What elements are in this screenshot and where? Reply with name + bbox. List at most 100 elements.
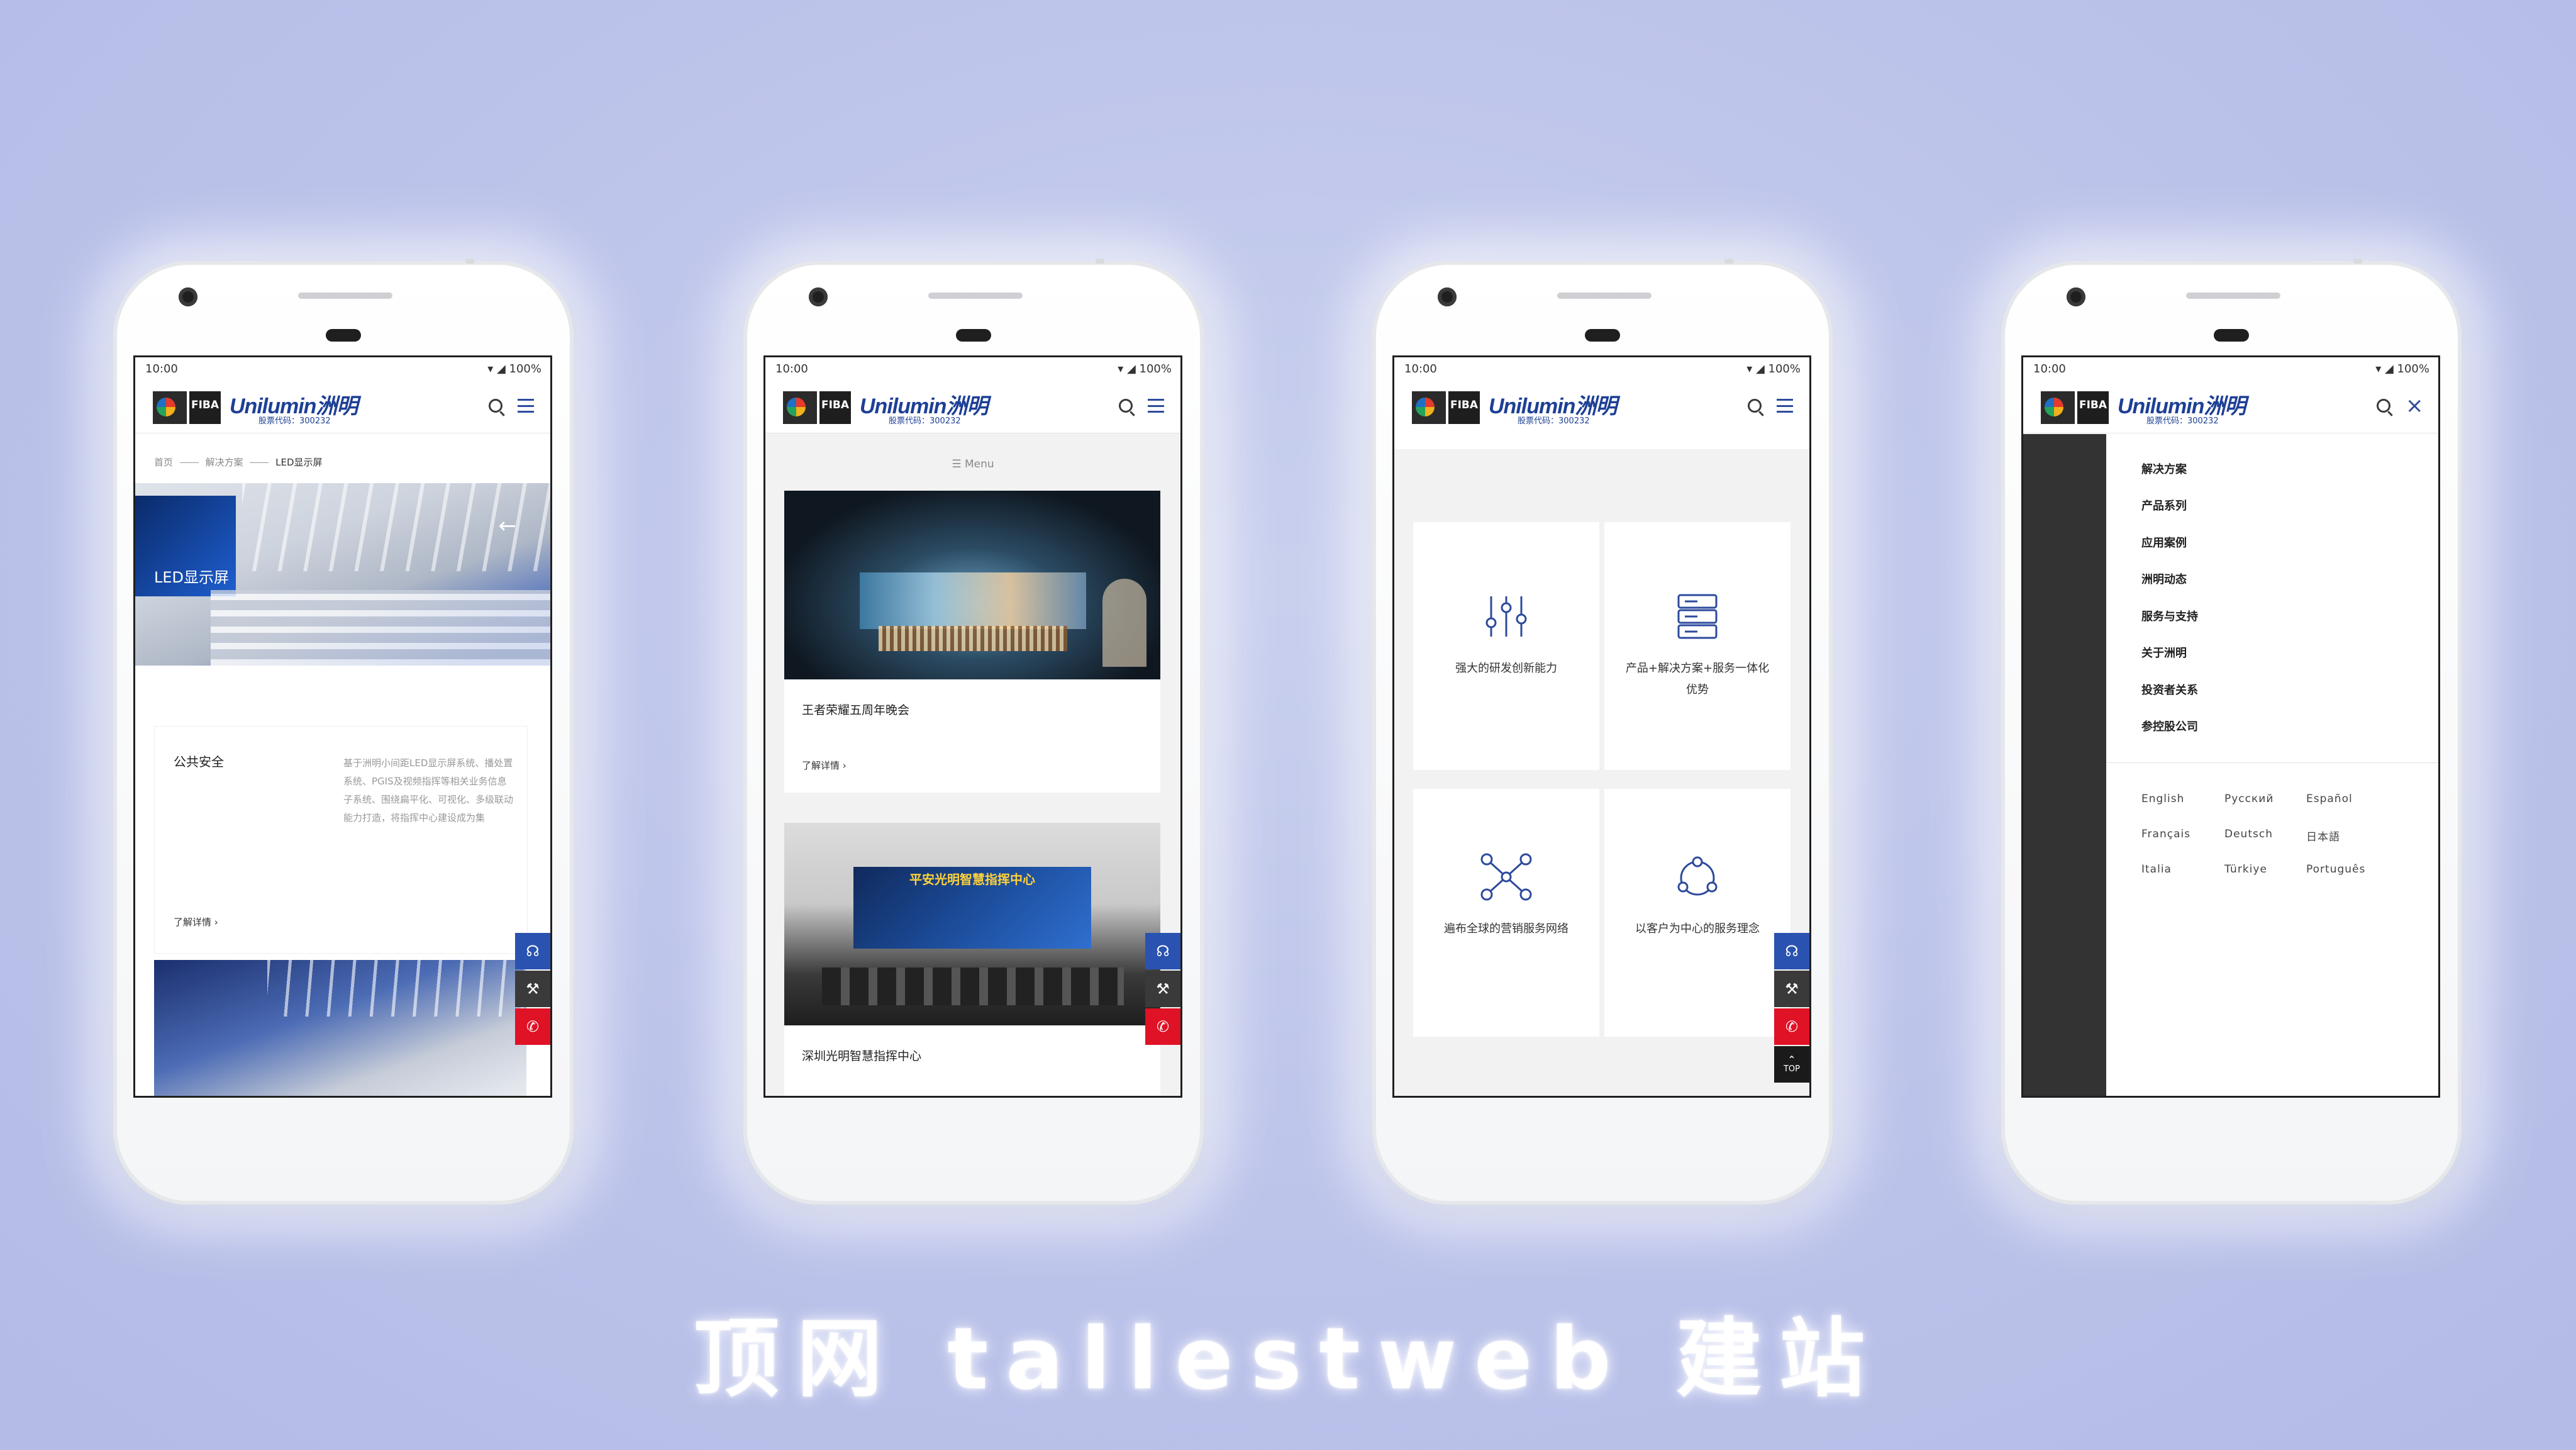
- headset-icon[interactable]: ☊: [1145, 933, 1180, 969]
- network-icon: [1480, 853, 1532, 901]
- status-bar: 10:00 ▾ ◢ 100%: [2023, 357, 2438, 380]
- server-icon: [1677, 594, 1718, 639]
- status-bar: 10:00 ▾ ◢ 100%: [765, 357, 1180, 380]
- case-image-1: [784, 491, 1160, 679]
- site-header: FIBA Unilumin洲明 股票代码：300232 ×: [2023, 380, 2438, 433]
- status-time: 10:00: [1404, 362, 1437, 376]
- card-description: 基于洲明小间距LED显示屏系统、播处置系统、PGIS及视频指挥等相关业务信息子系…: [343, 757, 513, 823]
- wrench-icon[interactable]: ⚒: [1145, 971, 1180, 1007]
- nav-drawer: 解决方案 产品系列 应用案例 洲明动态 服务与支持 关于洲明 投资者关系 参控股…: [2106, 434, 2438, 1096]
- card-more-link[interactable]: 了解详情 ›: [174, 915, 218, 929]
- hamburger-menu-icon[interactable]: [1148, 399, 1164, 413]
- lang-russian[interactable]: Русский: [2224, 793, 2273, 805]
- arrow-left-icon[interactable]: ←: [499, 513, 517, 538]
- lang-spanish[interactable]: Español: [2306, 793, 2353, 805]
- case-card-1[interactable]: 王者荣耀五周年晚会 了解详情 ›: [784, 491, 1160, 793]
- case-title-2: 深圳光明智慧指挥中心: [802, 1049, 922, 1063]
- proximity-sensor: [326, 329, 361, 342]
- earpiece-speaker: [298, 293, 392, 299]
- nav-item-support[interactable]: 服务与支持: [2141, 608, 2198, 624]
- search-icon[interactable]: [1748, 399, 1762, 413]
- front-camera: [809, 287, 828, 306]
- wrench-icon[interactable]: ⚒: [515, 971, 550, 1007]
- feature-label-2: 产品+解决方案+服务一体化优势: [1625, 662, 1770, 696]
- list-icon: ☰: [952, 458, 962, 471]
- submenu-toggle[interactable]: ☰ Menu: [765, 458, 1180, 471]
- phone-icon[interactable]: ✆: [1774, 1008, 1809, 1045]
- status-battery: ▾ ◢ 100%: [1746, 362, 1801, 376]
- lang-portuguese[interactable]: Português: [2306, 863, 2365, 876]
- fiba-logo: FIBA: [189, 391, 221, 424]
- club-logo[interactable]: [1412, 391, 1446, 424]
- feature-label-3: 遍布全球的营销服务网络: [1444, 922, 1568, 935]
- earpiece-speaker: [2186, 293, 2280, 299]
- lang-french[interactable]: Français: [2141, 828, 2190, 840]
- phone-mockup-2: 10:00 ▾ ◢ 100% FIBA Unilumin洲明 股票代码：3002…: [743, 259, 1204, 1205]
- site-header: FIBA Unilumin洲明 股票代码：300232: [135, 380, 550, 433]
- lang-english[interactable]: English: [2141, 793, 2184, 805]
- status-battery: ▾ ◢ 100%: [487, 362, 541, 376]
- lang-italian[interactable]: Italia: [2141, 863, 2172, 876]
- feature-label-4: 以客户为中心的服务理念: [1635, 922, 1760, 935]
- lang-german[interactable]: Deutsch: [2224, 828, 2273, 840]
- feature-card-3: 遍布全球的营销服务网络: [1413, 789, 1599, 1037]
- fiba-logo: FIBA: [819, 391, 851, 424]
- nav-item-solutions[interactable]: 解决方案: [2141, 460, 2187, 477]
- nav-item-about[interactable]: 关于洲明: [2141, 644, 2187, 661]
- stock-code: 股票代码：300232: [1518, 416, 1590, 426]
- front-camera: [1438, 287, 1457, 306]
- status-bar: 10:00 ▾ ◢ 100%: [1394, 357, 1809, 380]
- lang-turkish[interactable]: Türkiye: [2224, 863, 2267, 876]
- case-image-2: 平安光明智慧指挥中心: [784, 823, 1160, 1025]
- case-card-2[interactable]: 平安光明智慧指挥中心 深圳光明智慧指挥中心: [784, 823, 1160, 1096]
- card-title: 公共安全: [174, 754, 224, 769]
- nav-item-subsidiaries[interactable]: 参控股公司: [2141, 718, 2198, 734]
- case-more-link-1[interactable]: 了解详情 ›: [802, 759, 847, 772]
- status-time: 10:00: [2033, 362, 2066, 376]
- nav-item-investors[interactable]: 投资者关系: [2141, 681, 2198, 698]
- club-logo[interactable]: [153, 391, 187, 424]
- stock-code: 股票代码：300232: [889, 416, 961, 426]
- club-logo[interactable]: [783, 391, 817, 424]
- hero-label: LED显示屏: [154, 569, 230, 586]
- phone-mockup-1: 10:00 ▾ ◢ 100% FIBA Unilumin洲明 股票代码：3002…: [113, 259, 574, 1205]
- solution-card[interactable]: 公共安全 基于洲明小间距LED显示屏系统、播处置系统、PGIS及视频指挥等相关业…: [154, 726, 528, 954]
- hamburger-menu-icon[interactable]: [1777, 399, 1793, 413]
- hero-image: LED显示屏 ←: [135, 483, 550, 666]
- search-icon[interactable]: [489, 399, 502, 413]
- phone-screen: 10:00 ▾ ◢ 100% FIBA Unilumin洲明 股票代码：3002…: [1392, 355, 1811, 1098]
- nav-item-cases[interactable]: 应用案例: [2141, 534, 2187, 550]
- white-strip: [1394, 433, 1809, 449]
- fiba-logo: FIBA: [1448, 391, 1480, 424]
- drawer-overlay[interactable]: [2023, 434, 2106, 1096]
- next-card-image: [154, 960, 526, 1096]
- phone-icon[interactable]: ✆: [1145, 1008, 1180, 1045]
- search-icon[interactable]: [1119, 399, 1133, 413]
- lang-japanese[interactable]: 日本語: [2306, 828, 2340, 844]
- wrench-icon[interactable]: ⚒: [1774, 971, 1809, 1007]
- breadcrumb-home[interactable]: 首页: [154, 457, 173, 468]
- feature-label-1: 强大的研发创新能力: [1455, 662, 1557, 675]
- phone-mockup-3: 10:00 ▾ ◢ 100% FIBA Unilumin洲明 股票代码：3002…: [1372, 259, 1833, 1205]
- floating-contact-bar: ☊ ⚒ ✆: [515, 933, 550, 1046]
- phone-icon[interactable]: ✆: [515, 1008, 550, 1045]
- close-icon[interactable]: ×: [2406, 395, 2424, 416]
- status-bar: 10:00 ▾ ◢ 100%: [135, 357, 550, 380]
- earpiece-speaker: [1557, 293, 1652, 299]
- headset-icon[interactable]: ☊: [1774, 933, 1809, 969]
- breadcrumb-solutions[interactable]: 解决方案: [206, 457, 243, 468]
- proximity-sensor: [2214, 329, 2249, 342]
- headset-icon[interactable]: ☊: [515, 933, 550, 969]
- nav-item-news[interactable]: 洲明动态: [2141, 571, 2187, 587]
- front-camera: [2067, 287, 2085, 306]
- nav-item-products[interactable]: 产品系列: [2141, 497, 2187, 513]
- fiba-logo: FIBA: [2077, 391, 2109, 424]
- club-logo[interactable]: [2041, 391, 2075, 424]
- status-battery: ▾ ◢ 100%: [2375, 362, 2429, 376]
- phone-screen: 10:00 ▾ ◢ 100% FIBA Unilumin洲明 股票代码：3002…: [763, 355, 1182, 1098]
- feature-card-1: 强大的研发创新能力: [1413, 522, 1599, 770]
- back-to-top-button[interactable]: ⌃ TOP: [1774, 1046, 1809, 1083]
- stock-code: 股票代码：300232: [258, 416, 331, 426]
- hamburger-menu-icon[interactable]: [518, 399, 534, 413]
- search-icon[interactable]: [2377, 399, 2390, 413]
